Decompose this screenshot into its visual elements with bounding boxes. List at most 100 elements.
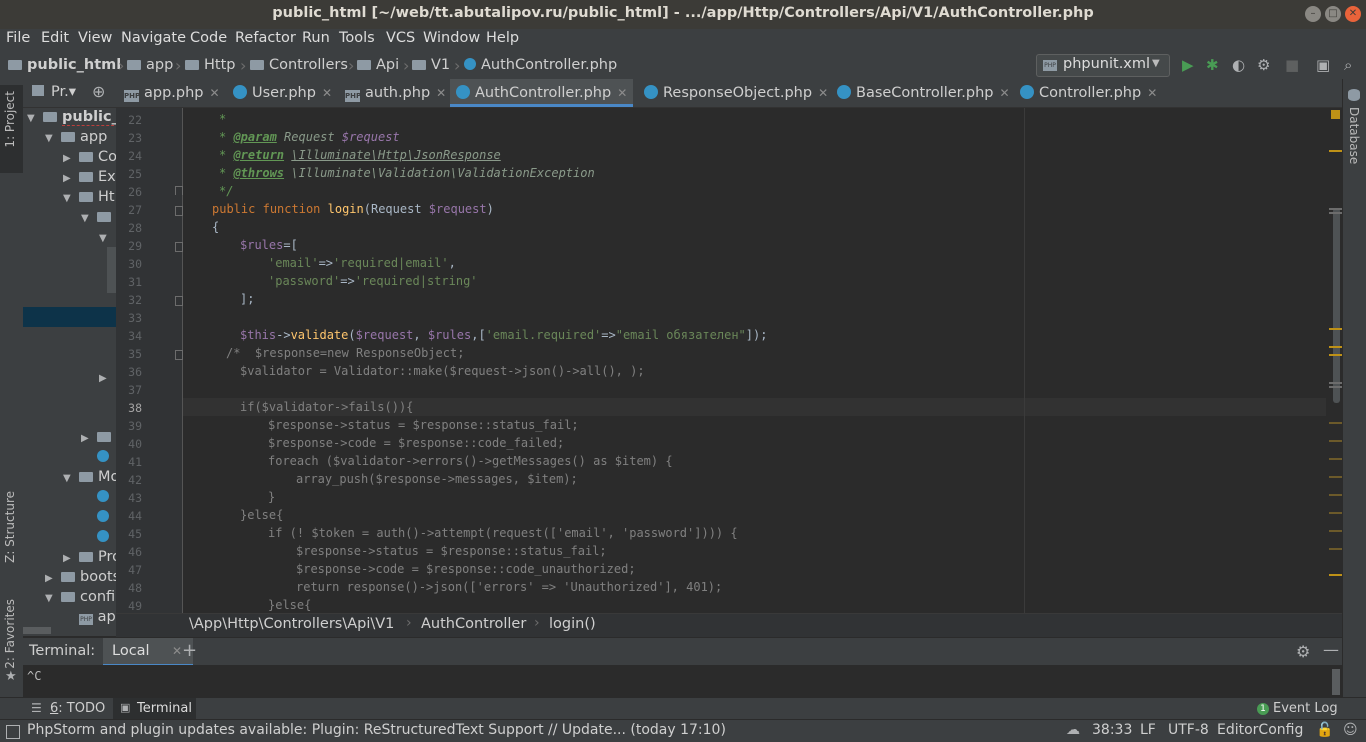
menu-navigate[interactable]: Navigate — [121, 30, 186, 46]
weak-warning-marker[interactable] — [1329, 494, 1342, 496]
close-icon[interactable]: ✕ — [322, 86, 332, 100]
tree-class-file[interactable] — [97, 489, 109, 505]
cursor-position[interactable]: 38:33 — [1092, 722, 1132, 738]
breadcrumb-namespace[interactable]: \App\Http\Controllers\Api\V1 — [189, 616, 394, 632]
nav-crumb-root[interactable]: public_html — [8, 57, 121, 73]
menu-run[interactable]: Run — [302, 30, 330, 46]
expand-arrow-icon[interactable]: ▼ — [27, 113, 35, 124]
weak-warning-marker[interactable] — [1329, 512, 1342, 514]
tree-root[interactable]: public_ — [43, 109, 116, 126]
menu-refactor[interactable]: Refactor — [235, 30, 296, 46]
info-marker[interactable] — [1329, 386, 1342, 388]
gear-icon[interactable]: ⚙ — [1296, 642, 1310, 661]
project-tool-tab[interactable]: 1: Project — [3, 91, 17, 148]
search-icon[interactable]: ⌕ — [1344, 56, 1352, 74]
tree-config[interactable]: confi — [61, 589, 115, 605]
status-message[interactable]: PhpStorm and plugin updates available: P… — [27, 722, 726, 738]
menu-window[interactable]: Window — [423, 30, 480, 46]
warning-marker[interactable] — [1329, 354, 1342, 356]
database-tool-tab[interactable]: Database — [1347, 107, 1361, 164]
tree-class-file[interactable] — [97, 449, 109, 465]
editor-config[interactable]: EditorConfig — [1217, 722, 1303, 738]
run-icon[interactable]: ▶ — [1182, 56, 1194, 74]
info-marker[interactable] — [1329, 208, 1342, 210]
minimize-button[interactable]: – — [1305, 6, 1321, 22]
nav-crumb-app[interactable]: app — [127, 57, 173, 73]
menu-code[interactable]: Code — [190, 30, 227, 46]
inspector-icon[interactable]: ☺ — [1343, 722, 1358, 738]
tab-responseobject-php[interactable]: ResponseObject.php ✕ — [644, 79, 828, 107]
tree-console[interactable]: Co — [79, 149, 116, 165]
collapse-arrow-icon[interactable]: ▶ — [45, 573, 53, 584]
breadcrumb-class[interactable]: AuthController — [421, 616, 526, 632]
nav-crumb-v1[interactable]: V1 — [412, 57, 450, 73]
add-tab-icon[interactable]: + — [182, 640, 197, 661]
close-icon[interactable]: ✕ — [617, 86, 627, 100]
close-icon[interactable]: ✕ — [172, 644, 182, 658]
tree-http[interactable]: Ht — [79, 189, 115, 205]
tree-app[interactable]: app — [61, 129, 107, 145]
menu-help[interactable]: Help — [486, 30, 519, 46]
tab-app-php[interactable]: PHP app.php ✕ — [124, 79, 220, 107]
horizontal-scrollbar[interactable] — [23, 627, 51, 634]
favorites-tool-tab[interactable]: 2: Favorites — [3, 599, 17, 669]
editor-scrollbar[interactable] — [1326, 108, 1342, 613]
tree-bootstrap[interactable]: boots — [61, 569, 116, 585]
project-view-select[interactable]: Pr.▾ — [51, 84, 76, 100]
fold-marker-icon[interactable] — [175, 206, 183, 216]
tab-auth-php[interactable]: PHP auth.php ✕ — [345, 79, 446, 107]
stop-icon[interactable]: ■ — [1285, 56, 1299, 74]
lock-icon[interactable]: 🔓 — [1316, 722, 1333, 738]
event-log-button[interactable]: Event Log — [1273, 701, 1338, 716]
terminal-body[interactable]: ^C — [23, 665, 1342, 697]
tree-models[interactable]: Mo — [79, 469, 116, 485]
tab-controller-php[interactable]: Controller.php ✕ — [1020, 79, 1157, 107]
menu-edit[interactable]: Edit — [41, 30, 69, 46]
warning-marker[interactable] — [1329, 346, 1342, 348]
menu-view[interactable]: View — [78, 30, 112, 46]
expand-arrow-icon[interactable]: ▼ — [63, 473, 71, 484]
structure-tool-tab[interactable]: Z: Structure — [3, 491, 17, 563]
file-encoding[interactable]: UTF-8 — [1168, 722, 1209, 738]
tree-folder[interactable] — [97, 429, 116, 445]
nav-crumb-controllers[interactable]: Controllers — [250, 57, 348, 73]
warning-indicator-icon[interactable] — [1331, 110, 1340, 119]
coverage-icon[interactable]: ◐ — [1232, 56, 1245, 74]
tab-user-php[interactable]: User.php ✕ — [233, 79, 332, 107]
weak-warning-marker[interactable] — [1329, 476, 1342, 478]
nav-crumb-http[interactable]: Http — [185, 57, 235, 73]
expand-arrow-icon[interactable]: ▼ — [63, 193, 71, 204]
profile-icon[interactable]: ⚙ — [1257, 56, 1270, 74]
maximize-button[interactable]: □ — [1325, 6, 1341, 22]
tab-authcontroller-php[interactable]: AuthController.php ✕ — [450, 79, 634, 107]
target-icon[interactable]: ⊕ — [92, 82, 105, 101]
fold-marker-icon[interactable] — [175, 350, 183, 360]
scroll-thumb[interactable] — [1333, 208, 1340, 403]
run-config-select[interactable]: PHP phpunit.xml ▼ — [1036, 54, 1170, 77]
tree-exceptions[interactable]: Ex — [79, 169, 116, 185]
info-marker[interactable] — [1329, 212, 1342, 214]
fold-marker-icon[interactable] — [175, 242, 183, 252]
collapse-arrow-icon[interactable]: ▶ — [63, 553, 71, 564]
expand-arrow-icon[interactable]: ▼ — [99, 233, 107, 244]
tree-class-file[interactable] — [97, 509, 109, 525]
todo-tool-button[interactable]: 6: TODO — [50, 701, 105, 716]
expand-arrow-icon[interactable]: ▼ — [45, 593, 53, 604]
weak-warning-marker[interactable] — [1329, 530, 1342, 532]
expand-arrow-icon[interactable]: ▼ — [81, 213, 89, 224]
warning-marker[interactable] — [1329, 328, 1342, 330]
weak-warning-marker[interactable] — [1329, 422, 1342, 424]
collapse-arrow-icon[interactable]: ▶ — [63, 173, 71, 184]
collapse-arrow-icon[interactable]: ▶ — [63, 153, 71, 164]
tree-providers[interactable]: Pro — [79, 549, 116, 565]
git-icon[interactable]: ☁ — [1066, 722, 1080, 738]
terminal-tab-local[interactable]: Local ✕ — [103, 638, 193, 666]
terminal-scrollbar[interactable] — [1332, 669, 1340, 695]
layout-icon[interactable]: ▣ — [1316, 56, 1330, 74]
weak-warning-marker[interactable] — [1329, 440, 1342, 442]
nav-crumb-api[interactable]: Api — [357, 57, 399, 73]
tree-class-file[interactable] — [97, 529, 109, 545]
fold-marker-icon[interactable] — [175, 186, 183, 195]
close-icon[interactable]: ✕ — [210, 86, 220, 100]
close-icon[interactable]: ✕ — [1000, 86, 1010, 100]
